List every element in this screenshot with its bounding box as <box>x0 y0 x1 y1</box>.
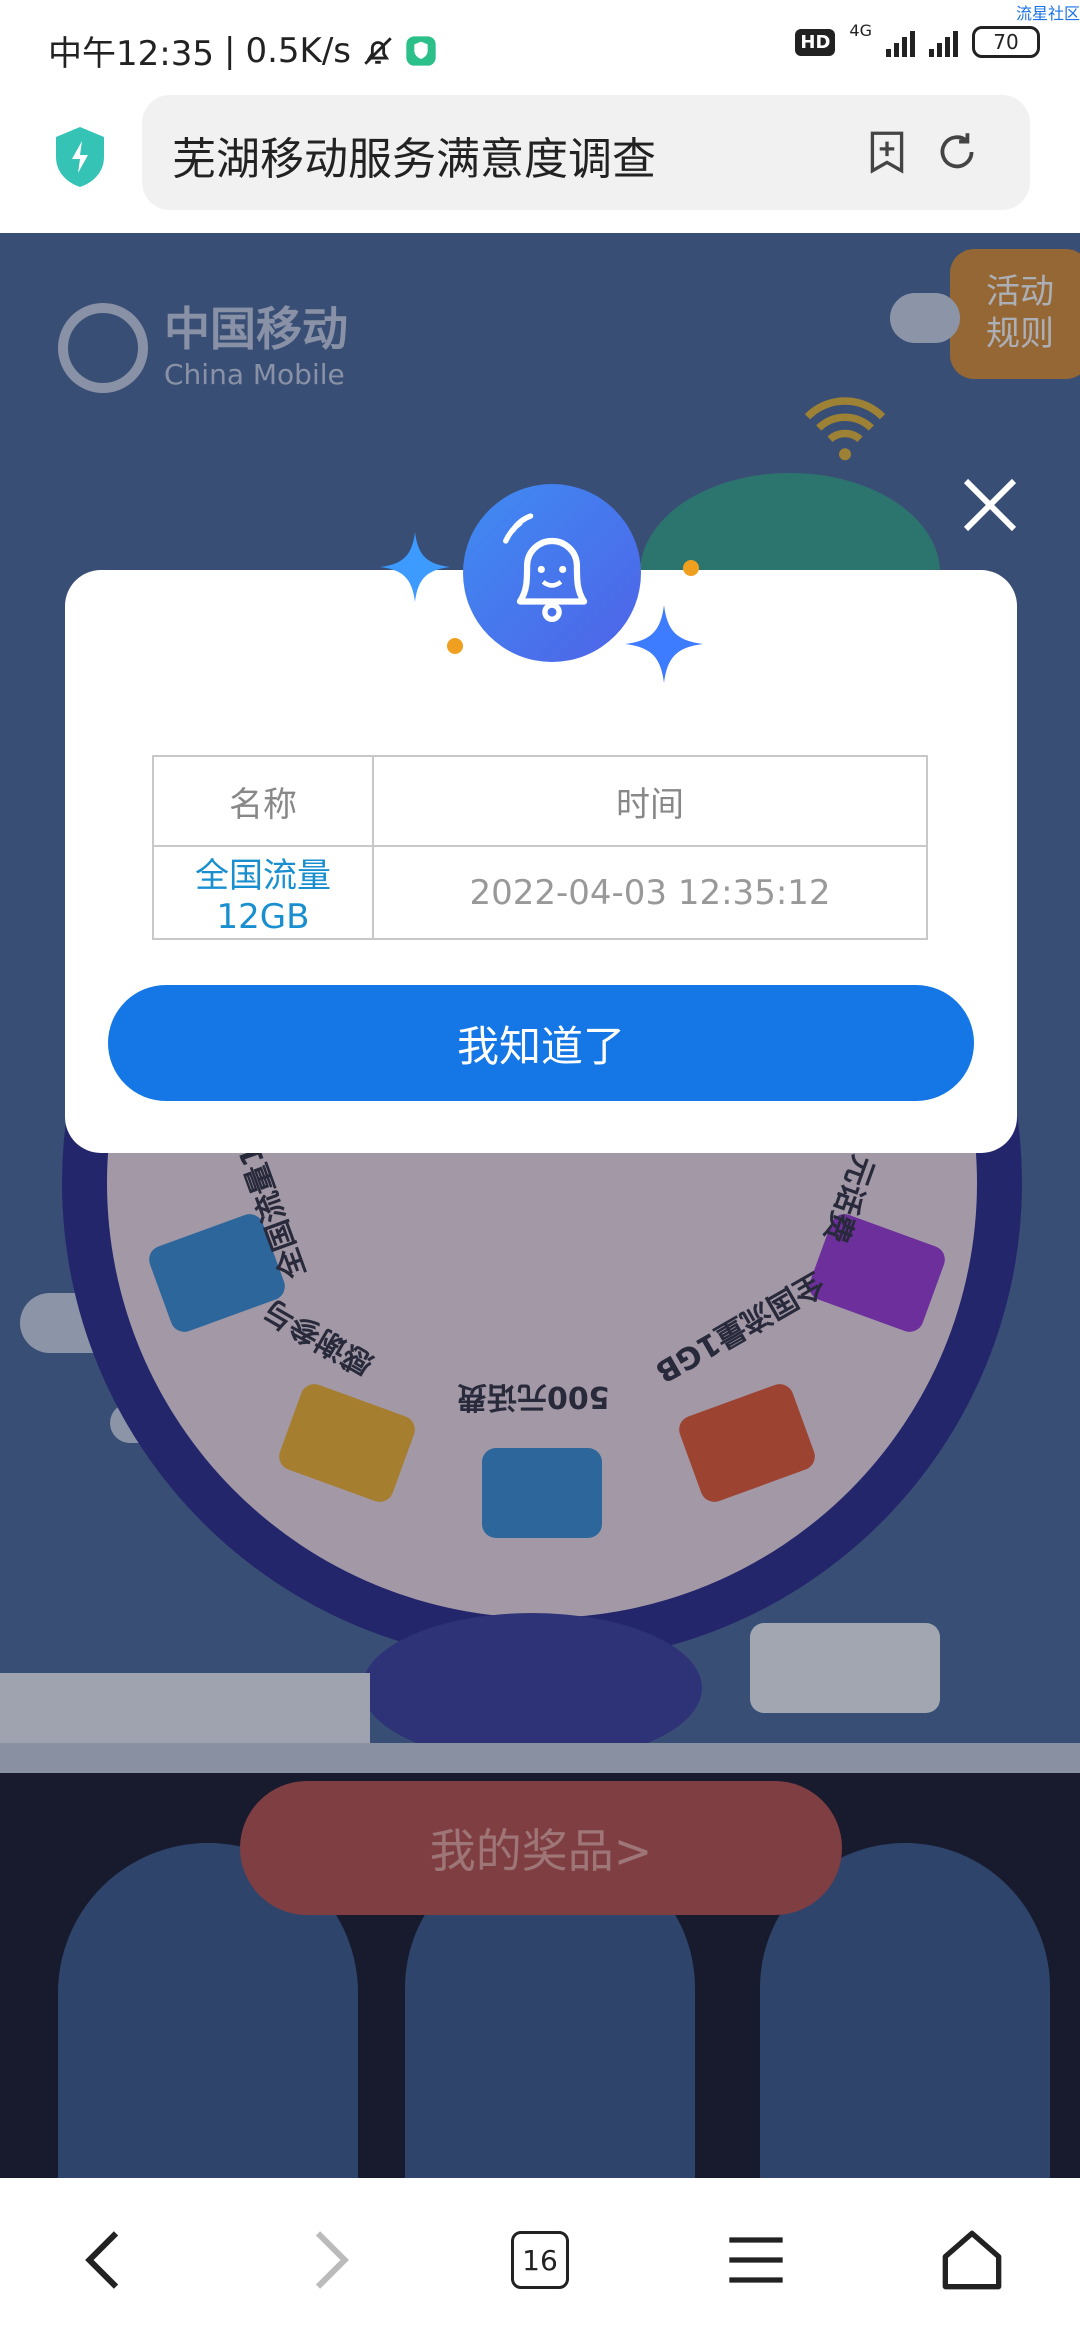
signal-2-icon <box>929 27 958 57</box>
security-shield-icon[interactable] <box>52 125 108 189</box>
home-icon[interactable] <box>932 2220 1012 2300</box>
network-type: 4G <box>849 20 872 40</box>
address-bar[interactable]: 芜湖移动服务满意度调查 <box>142 95 1030 210</box>
menu-icon[interactable] <box>716 2220 796 2300</box>
column-header-time: 时间 <box>372 755 928 847</box>
shield-app-icon <box>406 35 436 66</box>
close-icon[interactable] <box>958 473 1022 537</box>
browser-toolbar: 芜湖移动服务满意度调查 <box>0 95 1080 235</box>
table-row: 全国流量12GB 2022-04-03 12:35:12 <box>152 845 928 940</box>
confirm-button[interactable]: 我知道了 <box>108 985 974 1101</box>
forward-icon[interactable] <box>288 2220 368 2300</box>
browser-nav-bar: 16 <box>0 2178 1080 2340</box>
hd-badge: HD <box>795 28 836 56</box>
dot-decoration <box>447 638 463 654</box>
page-title[interactable]: 芜湖移动服务满意度调查 <box>172 123 656 187</box>
table-header-row: 名称 时间 <box>152 755 928 847</box>
status-time: 中午12:35 <box>48 34 214 74</box>
mute-bell-icon <box>364 36 392 65</box>
back-icon[interactable] <box>66 2220 146 2300</box>
tabs-icon[interactable]: 16 <box>511 2231 569 2289</box>
prize-table: 名称 时间 全国流量12GB 2022-04-03 12:35:12 <box>152 755 928 940</box>
battery-level: 70 <box>993 30 1019 54</box>
tab-count[interactable]: 16 <box>522 2244 558 2277</box>
tabs-button[interactable]: 16 <box>500 2220 580 2300</box>
status-bar: 中午12:35 | 0.5K/s 流星社区 HD 4G 70 <box>0 0 1080 95</box>
battery-icon: 70 <box>972 26 1040 58</box>
signal-1-icon <box>886 27 915 57</box>
dot-decoration <box>683 560 699 576</box>
prize-time-cell: 2022-04-03 12:35:12 <box>372 845 928 940</box>
network-speed: 0.5K/s <box>245 30 351 71</box>
prize-name-cell: 全国流量12GB <box>152 845 374 940</box>
refresh-icon[interactable] <box>932 127 982 177</box>
watermark: 流星社区 <box>1015 4 1080 23</box>
column-header-name: 名称 <box>152 755 374 847</box>
add-bookmark-icon[interactable] <box>862 127 912 177</box>
confirm-label[interactable]: 我知道了 <box>457 1013 625 1074</box>
sparkle-icon <box>380 532 450 602</box>
bell-icon <box>463 484 641 662</box>
